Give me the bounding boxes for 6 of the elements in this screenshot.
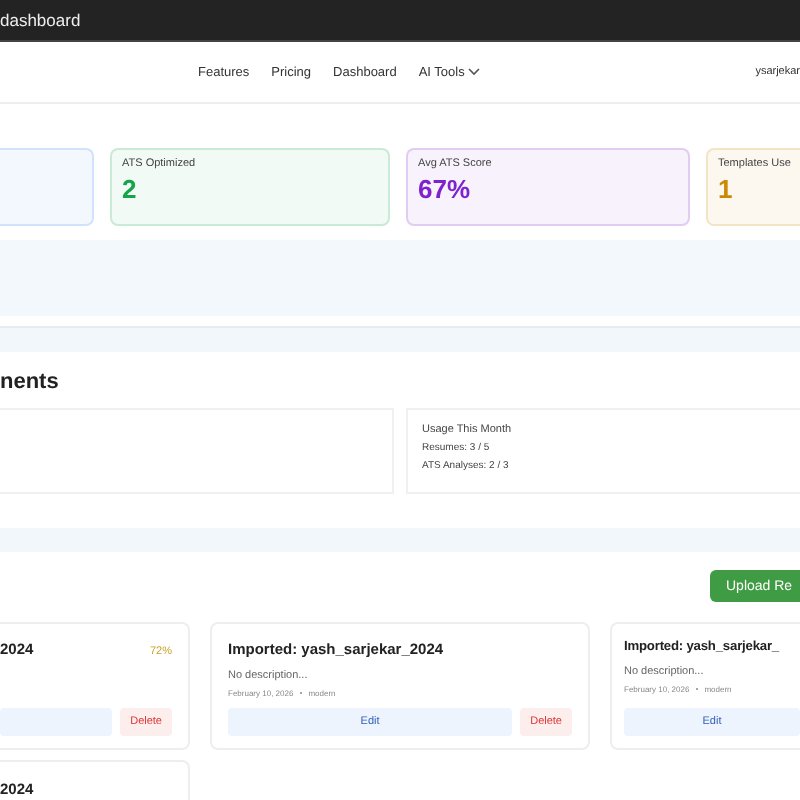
stat-value: 2 <box>122 176 139 202</box>
stat-value: 67% <box>418 176 473 202</box>
stat-card <box>0 148 94 226</box>
stat-value: 1 <box>718 176 735 202</box>
section-heading: nents <box>0 370 61 394</box>
page-title: dashboard <box>0 10 81 30</box>
